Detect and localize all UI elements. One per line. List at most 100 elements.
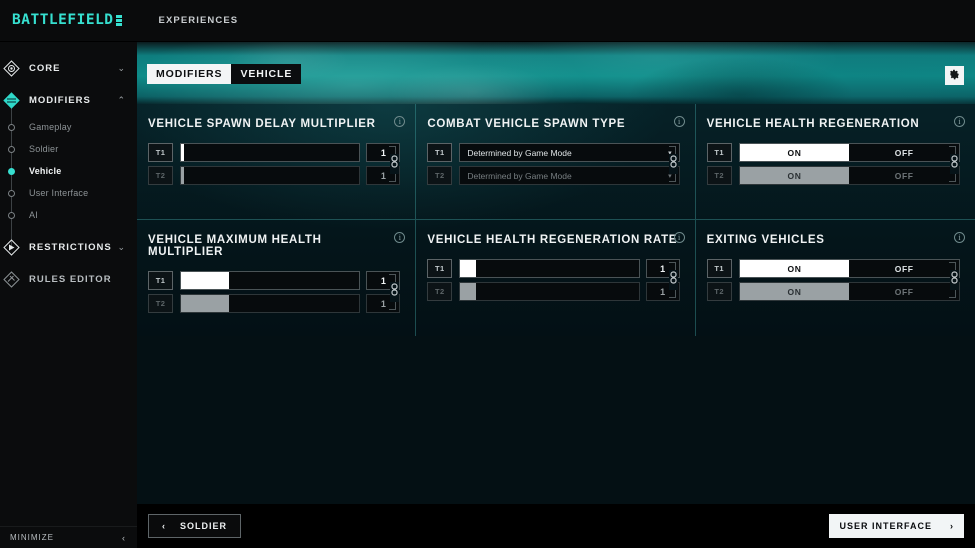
option-on-t2[interactable]: ON xyxy=(739,167,850,184)
sidebar: CORE ⌄ MODIFIERS ⌃ Gameplay Soldier Vehi… xyxy=(0,42,137,548)
info-icon[interactable]: i xyxy=(673,232,685,243)
info-icon[interactable]: i xyxy=(394,116,406,127)
link-teams-toggle[interactable] xyxy=(667,259,681,301)
team-toggle-t2[interactable]: T2 xyxy=(706,282,732,301)
modifiers-diamond-icon xyxy=(3,91,20,109)
team-toggle-t1[interactable]: T1 xyxy=(427,143,453,162)
row-team-1: T1 Determined by Game Mode ▾ xyxy=(427,143,680,162)
tab-vehicle[interactable]: VEHICLE xyxy=(231,64,302,84)
sidebar-group-restrictions-label: RESTRICTIONS xyxy=(29,241,112,253)
modifier-card-grid: VEHICLE SPAWN DELAY MULTIPLIER i T1 1 T2… xyxy=(137,104,975,336)
team-toggle-t2[interactable]: T2 xyxy=(427,282,453,301)
row-team-2: T2 ON OFF xyxy=(706,166,960,185)
row-team-1: T1 ON OFF xyxy=(706,143,960,162)
minimize-button[interactable]: MINIMIZE ‹ xyxy=(0,526,137,548)
link-teams-toggle[interactable] xyxy=(387,271,401,313)
option-on-t1[interactable]: ON xyxy=(739,144,850,161)
card-rows: T1 1 T2 1 xyxy=(427,259,681,301)
chain-link-icon xyxy=(669,270,679,290)
row-team-1: T1 1 xyxy=(427,259,680,278)
link-teams-toggle[interactable] xyxy=(387,143,401,185)
sidebar-group-core[interactable]: CORE ⌄ xyxy=(0,52,137,84)
team-toggle-t2[interactable]: T2 xyxy=(427,166,453,185)
team-toggle-t1[interactable]: T1 xyxy=(706,143,732,162)
app-root: BATTLEFIELD EXPERIENCES CORE ⌄ MODIFIERS… xyxy=(0,0,975,548)
link-teams-toggle[interactable] xyxy=(947,259,961,301)
onoff-t1: ON OFF xyxy=(738,143,960,162)
nav-experiences[interactable]: EXPERIENCES xyxy=(159,15,239,26)
link-teams-toggle[interactable] xyxy=(947,143,961,185)
chevron-up-icon: ⌃ xyxy=(117,94,125,105)
slider-t1[interactable] xyxy=(180,271,361,290)
team-toggle-t1[interactable]: T1 xyxy=(706,259,732,278)
rules-editor-diamond-icon xyxy=(3,270,20,288)
chevron-left-icon: ‹ xyxy=(122,532,126,543)
row-team-1: T1 1 xyxy=(148,271,401,290)
logo-text: BATTLEFIELD xyxy=(12,12,114,29)
team-toggle-t2[interactable]: T2 xyxy=(706,166,732,185)
next-page-button[interactable]: USER INTERFACE › xyxy=(829,514,964,538)
breadcrumb-tabs: MODIFIERS VEHICLE xyxy=(147,64,302,84)
sidebar-group-restrictions[interactable]: RESTRICTIONS ⌄ xyxy=(0,231,137,263)
next-page-label: USER INTERFACE xyxy=(839,521,932,531)
option-off-t1[interactable]: OFF xyxy=(849,260,959,277)
chevron-right-icon: › xyxy=(950,521,954,531)
card-vehicle-health-regeneration-rate: VEHICLE HEALTH REGENERATION RATE i T1 1 … xyxy=(416,220,696,336)
team-toggle-t2[interactable]: T2 xyxy=(148,294,173,313)
core-diamond-icon xyxy=(3,59,20,77)
slider-t2[interactable] xyxy=(180,294,361,313)
team-toggle-t1[interactable]: T1 xyxy=(148,143,173,162)
link-teams-toggle[interactable] xyxy=(667,143,681,185)
tab-modifiers[interactable]: MODIFIERS xyxy=(147,64,232,84)
sidebar-group-rules-editor[interactable]: RULES EDITOR xyxy=(0,263,137,295)
option-off-t2[interactable]: OFF xyxy=(849,283,959,300)
card-rows: T1 Determined by Game Mode ▾ T2 Determin… xyxy=(427,143,681,185)
sidebar-group-modifiers[interactable]: MODIFIERS ⌃ xyxy=(0,84,137,116)
info-icon[interactable]: i xyxy=(954,116,965,127)
onoff-t2: ON OFF xyxy=(738,166,960,185)
prev-page-label: SOLDIER xyxy=(179,521,227,531)
team-toggle-t1[interactable]: T1 xyxy=(427,259,453,278)
card-rows: T1 ON OFF T2 ON OFF xyxy=(706,143,961,185)
settings-button[interactable] xyxy=(945,66,964,85)
card-title: COMBAT VEHICLE SPAWN TYPE xyxy=(427,118,626,130)
info-icon[interactable]: i xyxy=(954,232,965,243)
sidebar-item-user-interface[interactable]: User Interface xyxy=(0,182,137,204)
row-team-2: T2 ON OFF xyxy=(706,282,960,301)
info-icon[interactable]: i xyxy=(673,116,685,127)
slider-t1[interactable] xyxy=(180,143,361,162)
slider-t2[interactable] xyxy=(180,166,361,185)
chevron-down-icon: ⌄ xyxy=(117,241,125,252)
slider-t1[interactable] xyxy=(459,259,640,278)
chain-link-icon xyxy=(389,154,399,174)
restrictions-diamond-icon xyxy=(3,238,20,256)
row-team-2: T2 1 xyxy=(427,282,680,301)
prev-page-button[interactable]: ‹ SOLDIER xyxy=(148,514,241,538)
chain-link-icon xyxy=(949,270,959,290)
sidebar-item-ai[interactable]: AI xyxy=(0,204,137,226)
team-toggle-t2[interactable]: T2 xyxy=(148,166,173,185)
card-title: VEHICLE SPAWN DELAY MULTIPLIER xyxy=(148,118,376,130)
sidebar-item-gameplay[interactable]: Gameplay xyxy=(0,116,137,138)
minimize-label: MINIMIZE xyxy=(10,533,54,542)
sidebar-item-ai-label: AI xyxy=(29,210,38,220)
sidebar-item-soldier[interactable]: Soldier xyxy=(0,138,137,160)
team-toggle-t1[interactable]: T1 xyxy=(148,271,173,290)
battlefield-logo[interactable]: BATTLEFIELD xyxy=(12,13,122,28)
option-off-t1[interactable]: OFF xyxy=(849,144,959,161)
info-icon[interactable]: i xyxy=(394,232,406,243)
sidebar-item-vehicle[interactable]: Vehicle xyxy=(0,160,137,182)
option-on-t2[interactable]: ON xyxy=(739,283,850,300)
option-off-t2[interactable]: OFF xyxy=(849,167,959,184)
sidebar-group-modifiers-label: MODIFIERS xyxy=(29,94,91,106)
chevron-down-icon: ⌄ xyxy=(117,62,125,73)
card-rows: T1 1 T2 1 xyxy=(148,271,401,313)
slider-t2[interactable] xyxy=(459,282,640,301)
onoff-t1: ON OFF xyxy=(738,259,960,278)
card-exiting-vehicles: EXITING VEHICLES i T1 ON OFF T2 ON OFF xyxy=(696,220,975,336)
dropdown-t1[interactable]: Determined by Game Mode ▾ xyxy=(459,143,680,162)
option-on-t1[interactable]: ON xyxy=(739,260,850,277)
row-team-2: T2 1 xyxy=(148,294,401,313)
chevron-left-icon: ‹ xyxy=(161,521,166,531)
dropdown-t2[interactable]: Determined by Game Mode ▾ xyxy=(459,166,680,185)
